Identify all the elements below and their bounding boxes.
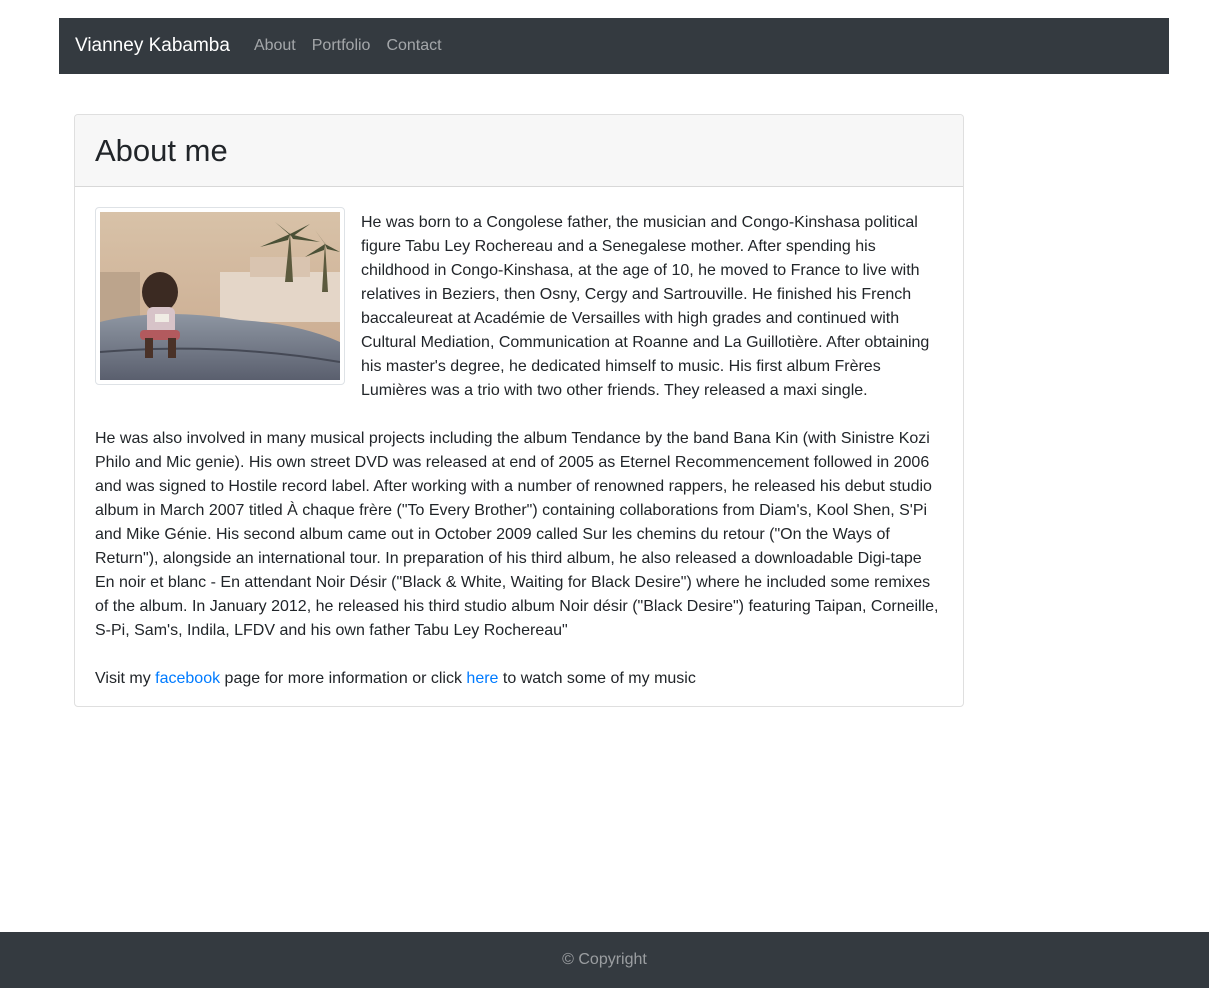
brand-link[interactable]: Vianney Kabamba (75, 35, 230, 57)
bio-paragraph-2: He was also involved in many musical pro… (95, 430, 939, 639)
about-card-header: About me (75, 115, 963, 187)
top-navbar: Vianney Kabamba About Portfolio Contact (59, 18, 1169, 74)
page-footer: © Copyright (0, 932, 1209, 988)
visit-paragraph: Visit my facebook page for more informat… (95, 667, 943, 691)
visit-prefix-text: Visit my (95, 670, 156, 687)
childhood-photo-image (100, 212, 340, 380)
about-card: About me He was born to a Congolese fath… (74, 114, 964, 707)
facebook-link[interactable]: facebook (155, 670, 220, 687)
visit-suffix-text: to watch some of my music (498, 670, 696, 687)
visit-middle-text: page for more information or click (220, 670, 467, 687)
about-card-body: He was born to a Congolese father, the m… (75, 187, 963, 706)
copyright-text: © Copyright (562, 951, 647, 968)
page-title: About me (95, 132, 228, 168)
nav-link-portfolio[interactable]: Portfolio (312, 37, 371, 55)
music-here-link[interactable]: here (466, 670, 498, 687)
nav-link-about[interactable]: About (254, 37, 296, 55)
childhood-photo (95, 207, 345, 385)
nav-link-contact[interactable]: Contact (386, 37, 441, 55)
